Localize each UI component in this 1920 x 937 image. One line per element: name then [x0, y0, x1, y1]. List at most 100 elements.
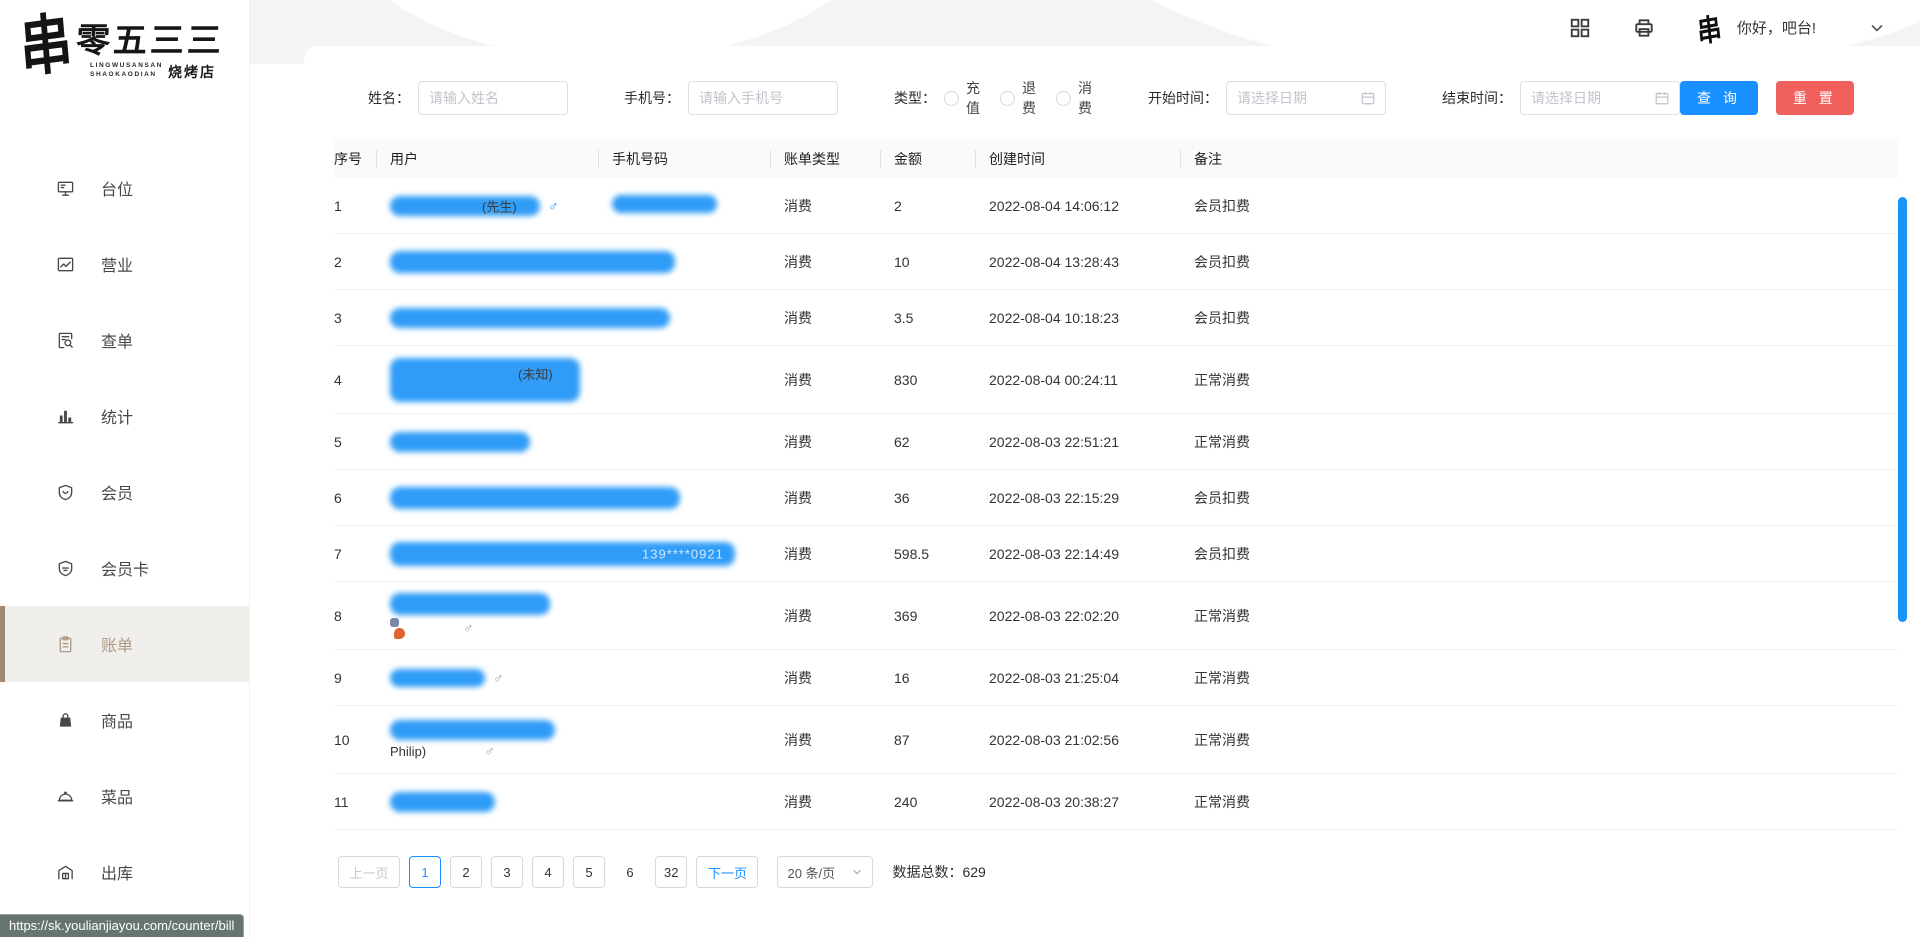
user-cell: ♂: [390, 593, 612, 639]
page-button-5[interactable]: 5: [573, 856, 605, 888]
end-date-input[interactable]: [1520, 81, 1680, 115]
name-input[interactable]: [418, 81, 568, 115]
end-time-label: 结束时间：: [1442, 88, 1512, 108]
page-size-value: 20 条/页: [787, 863, 835, 882]
row-index: 8: [334, 608, 390, 624]
col-bill-type: 账单类型: [784, 149, 894, 169]
page-size-select[interactable]: 20 条/页: [777, 856, 873, 888]
user-cell: [390, 487, 612, 509]
remark-cell: 会员扣费: [1194, 488, 1898, 508]
table-row: 6 消费 36 2022-08-03 22:15:29 会员扣费: [334, 470, 1898, 526]
sidebar-item-outbound[interactable]: 出库: [0, 834, 249, 910]
avatar[interactable]: 串: [1695, 4, 1724, 51]
redaction-blob: [390, 720, 555, 740]
sidebar-item-order-lookup[interactable]: 查单: [0, 302, 249, 378]
col-created: 创建时间: [989, 149, 1194, 169]
row-index: 9: [334, 670, 390, 686]
gender-icon: ♂: [548, 198, 559, 214]
chart-image-icon: [56, 255, 75, 274]
start-time-label: 开始时间：: [1148, 88, 1218, 108]
page-button-2[interactable]: 2: [450, 856, 482, 888]
end-date-picker: [1520, 81, 1680, 115]
created-time-cell: 2022-08-04 00:24:11: [989, 372, 1194, 388]
amount-cell: 3.5: [894, 310, 989, 326]
emoji-dot: [394, 628, 405, 639]
created-time-cell: 2022-08-04 14:06:12: [989, 198, 1194, 214]
sidebar-item-label: 商品: [101, 708, 133, 732]
sidebar-nav: 台位 营业 查单 统计 会员 会员卡 账单 商品: [0, 150, 249, 910]
partially-visible-phone: 139****0921: [642, 546, 724, 561]
sidebar-item-tables[interactable]: 台位: [0, 150, 249, 226]
amount-cell: 16: [894, 670, 989, 686]
status-url: https://sk.youlianjiayou.com/counter/bil…: [0, 914, 244, 937]
sidebar-item-goods[interactable]: 商品: [0, 682, 249, 758]
remark-cell: 正常消费: [1194, 730, 1898, 750]
table-body: 1 ♂(先生) 消费 2 2022-08-04 14:06:12 会员扣费 2 …: [334, 178, 1898, 830]
amount-cell: 369: [894, 608, 989, 624]
page-button-1[interactable]: 1: [409, 856, 441, 888]
redacted-user: [390, 308, 612, 328]
redacted-user: [390, 593, 612, 615]
amount-cell: 36: [894, 490, 989, 506]
cloche-icon: [56, 787, 75, 806]
sidebar-item-label: 出库: [101, 860, 133, 884]
start-date-input[interactable]: [1226, 81, 1386, 115]
phone-input[interactable]: [688, 81, 838, 115]
sidebar-item-label: 账单: [101, 632, 133, 656]
next-page-button[interactable]: 下一页: [696, 856, 758, 888]
sidebar-item-label: 会员: [101, 480, 133, 504]
visible-note-text: (未知): [518, 364, 553, 383]
bill-type-cell: 消费: [784, 730, 894, 750]
amount-cell: 598.5: [894, 546, 989, 562]
page-button-3[interactable]: 3: [491, 856, 523, 888]
bar-chart-icon: [56, 407, 75, 426]
printer-icon[interactable]: [1633, 17, 1655, 39]
amount-cell: 2: [894, 198, 989, 214]
redacted-user: [390, 251, 612, 273]
remark-cell: 正常消费: [1194, 606, 1898, 626]
bill-type-cell: 消费: [784, 668, 894, 688]
sidebar-item-statistics[interactable]: 统计: [0, 378, 249, 454]
greeting-text: 你好，吧台!: [1737, 17, 1816, 38]
radio-refund[interactable]: 退费: [1000, 78, 1036, 118]
page-button-4[interactable]: 4: [532, 856, 564, 888]
row-index: 7: [334, 546, 390, 562]
brand-mark-icon: 串: [17, 12, 74, 83]
created-time-cell: 2022-08-04 10:18:23: [989, 310, 1194, 326]
bill-type-cell: 消费: [784, 792, 894, 812]
row-index: 11: [334, 794, 390, 810]
sidebar-item-dishes[interactable]: 菜品: [0, 758, 249, 834]
bill-type-cell: 消费: [784, 252, 894, 272]
user-cell: Philip)♂: [390, 720, 612, 759]
created-time-cell: 2022-08-03 22:14:49: [989, 546, 1194, 562]
prev-page-button[interactable]: 上一页: [338, 856, 400, 888]
sidebar-item-bills[interactable]: 账单: [0, 606, 249, 682]
chevron-down-icon[interactable]: [1868, 19, 1886, 37]
table-row: 4 (未知) 消费 830 2022-08-04 00:24:11 正常消费: [334, 346, 1898, 414]
sidebar-item-business[interactable]: 营业: [0, 226, 249, 302]
user-cell: ♂ (先生): [390, 196, 612, 216]
row-index: 2: [334, 254, 390, 270]
user-cell: (未知): [390, 358, 612, 402]
visible-note-text: (先生): [482, 196, 517, 215]
reset-button[interactable]: 重 置: [1776, 81, 1854, 115]
brand-title: 零五三三: [75, 22, 225, 61]
radio-consume[interactable]: 消费: [1056, 78, 1092, 118]
row-index: 5: [334, 434, 390, 450]
radio-icon: [944, 91, 959, 106]
main-area: 串 你好，吧台! 姓名： 手机号： 类型： 充值 退费: [250, 0, 1920, 937]
redacted-user: [390, 358, 612, 402]
radio-icon: [1056, 91, 1071, 106]
col-phone: 手机号码: [612, 149, 784, 169]
radio-recharge[interactable]: 充值: [944, 78, 980, 118]
apps-grid-icon[interactable]: [1569, 17, 1591, 39]
scrollbar-thumb[interactable]: [1898, 197, 1907, 622]
page-button-32[interactable]: 32: [655, 856, 687, 888]
search-button[interactable]: 查 询: [1680, 81, 1758, 115]
col-index: 序号: [334, 149, 390, 169]
clipboard-bill-icon: [56, 635, 75, 654]
document-search-icon: [56, 331, 75, 350]
page-button-6[interactable]: 6: [614, 856, 646, 888]
sidebar-item-member-cards[interactable]: 会员卡: [0, 530, 249, 606]
sidebar-item-members[interactable]: 会员: [0, 454, 249, 530]
